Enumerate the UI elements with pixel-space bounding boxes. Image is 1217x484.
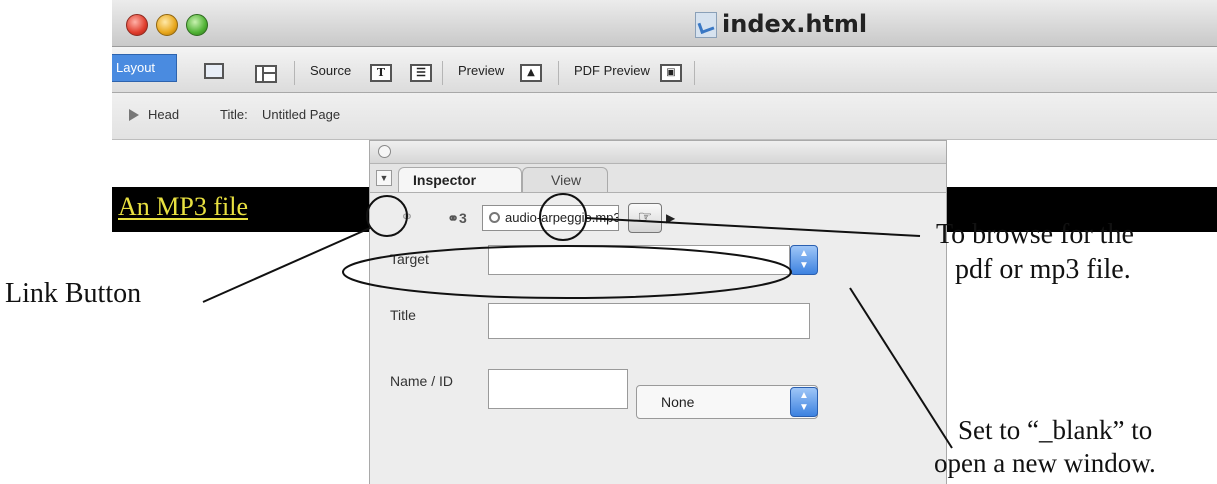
link-icon: ⚭ bbox=[400, 209, 414, 226]
title-field-label: Title bbox=[390, 307, 416, 323]
view-mode-toolbar: Layout Source T ☰ Preview ▲ PDF Preview … bbox=[112, 47, 1217, 93]
source-icon[interactable]: T bbox=[370, 64, 392, 82]
name-id-select-stepper[interactable]: ▲ ▼ bbox=[790, 387, 818, 417]
browse-annotation-line1: To browse for the bbox=[936, 219, 1134, 250]
tab-source[interactable]: Source bbox=[310, 63, 351, 78]
unlink-icon: ⚭3 bbox=[447, 210, 467, 226]
name-id-select-value: None bbox=[661, 394, 695, 410]
tab-layout[interactable]: Layout bbox=[112, 54, 177, 82]
browse-annotation-line2: pdf or mp3 file. bbox=[955, 254, 1131, 285]
zoom-window-button[interactable] bbox=[186, 14, 208, 36]
toolbar-divider bbox=[558, 61, 559, 85]
preview-icon[interactable]: ▲ bbox=[520, 64, 542, 82]
disclosure-triangle-icon[interactable]: ▼ bbox=[376, 170, 392, 186]
target-label: Target bbox=[390, 251, 429, 267]
page-title-value[interactable]: Untitled Page bbox=[262, 107, 340, 122]
toolbar-divider bbox=[694, 61, 695, 85]
title-label: Title: bbox=[220, 107, 248, 122]
tab-view[interactable]: View bbox=[522, 167, 608, 192]
target-select-stepper[interactable]: ▲ ▼ bbox=[790, 245, 818, 275]
hand-pointer-icon: ☞ bbox=[637, 209, 653, 226]
url-menu-arrow-icon[interactable]: ▶ bbox=[666, 207, 680, 229]
tab-pdf-preview[interactable]: PDF Preview bbox=[574, 63, 650, 78]
minimize-window-button[interactable] bbox=[156, 14, 178, 36]
tab-inspector-label: Inspector bbox=[413, 172, 477, 188]
title-bar: index.html bbox=[112, 0, 1217, 47]
inspector-panel: ▼ Inspector View ⚭ ⚭3 audio-arpeggio.mp3… bbox=[369, 140, 947, 484]
link-button[interactable]: ⚭ bbox=[390, 205, 424, 231]
mp3-file-link[interactable]: An MP3 file bbox=[118, 192, 248, 222]
head-bar: Head Title: Untitled Page bbox=[112, 93, 1217, 140]
blank-annotation-line2: open a new window. bbox=[934, 448, 1156, 478]
unlink-button[interactable]: ⚭3 bbox=[440, 205, 474, 231]
name-id-field[interactable] bbox=[488, 369, 628, 409]
link-url-field[interactable]: audio-arpeggio.mp3 bbox=[482, 205, 619, 231]
document-icon bbox=[695, 12, 717, 38]
blank-annotation-line1: Set to “_blank” to bbox=[958, 415, 1153, 445]
split-view-icon[interactable] bbox=[255, 65, 277, 83]
target-field[interactable] bbox=[488, 245, 790, 275]
inspector-tab-bar: ▼ Inspector View bbox=[370, 164, 946, 193]
pdf-preview-icon[interactable]: ▣ bbox=[660, 64, 682, 82]
layout-icon[interactable] bbox=[204, 63, 224, 79]
toolbar-divider bbox=[294, 61, 295, 85]
source-split-icon[interactable]: ☰ bbox=[410, 64, 432, 82]
head-disclosure-icon[interactable] bbox=[129, 109, 139, 121]
tab-view-label: View bbox=[551, 172, 582, 188]
title-field[interactable] bbox=[488, 303, 810, 339]
tab-inspector[interactable]: Inspector bbox=[398, 167, 522, 192]
inspector-title-bar bbox=[370, 141, 946, 164]
link-url-value: audio-arpeggio.mp3 bbox=[505, 210, 619, 225]
toolbar-divider bbox=[442, 61, 443, 85]
link-button-annotation: Link Button bbox=[5, 278, 142, 309]
tab-layout-label: Layout bbox=[116, 60, 156, 75]
tab-preview[interactable]: Preview bbox=[458, 63, 504, 78]
name-id-label: Name / ID bbox=[390, 373, 454, 389]
window-title: index.html bbox=[722, 10, 868, 38]
close-window-button[interactable] bbox=[126, 14, 148, 36]
globe-icon bbox=[489, 212, 500, 223]
browse-file-button[interactable]: ☞ bbox=[628, 203, 662, 233]
inspector-close-icon[interactable] bbox=[378, 145, 391, 158]
head-label[interactable]: Head bbox=[148, 107, 179, 122]
